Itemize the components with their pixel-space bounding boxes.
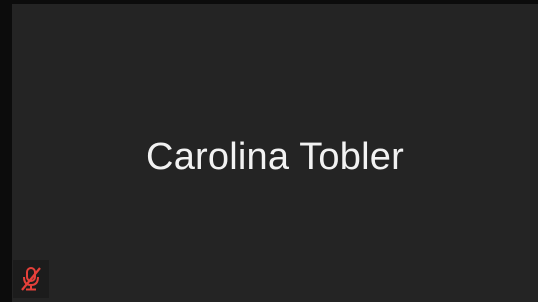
mute-status-indicator — [13, 260, 49, 298]
participant-name: Carolina Tobler — [146, 136, 404, 178]
microphone-muted-icon — [19, 266, 43, 292]
participant-video-tile[interactable]: Carolina Tobler — [12, 4, 538, 302]
video-grid-frame: Carolina Tobler — [0, 0, 538, 302]
